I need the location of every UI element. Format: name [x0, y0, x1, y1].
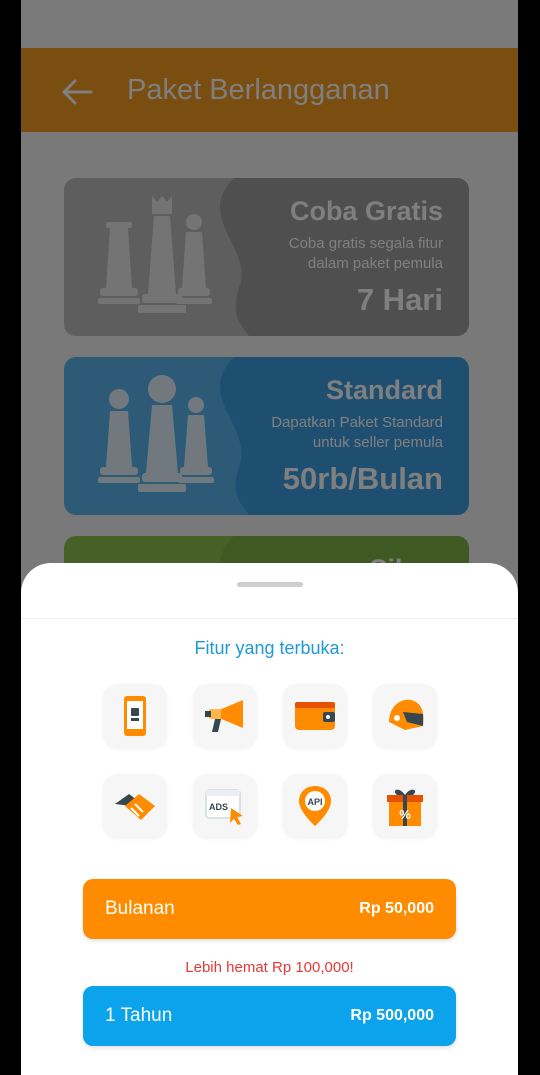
feature-gift-discount: %: [373, 774, 437, 838]
ads-icon: ADS: [205, 789, 243, 825]
screen: Paket Berlangganan Coba Gratis Coba grat…: [21, 0, 518, 1075]
feature-wallet: [283, 684, 347, 748]
discount-icon-label: %: [399, 807, 411, 822]
option-label: Bulanan: [105, 898, 175, 919]
handshake-icon: [115, 794, 155, 820]
bottom-sheet: Fitur yang terbuka: ADS API % Bulanan Rp…: [21, 563, 518, 1075]
sheet-divider: [21, 618, 518, 619]
monthly-option-button[interactable]: Bulanan Rp 50,000: [83, 879, 456, 939]
features-title: Fitur yang terbuka:: [194, 638, 345, 658]
api-location-icon: API: [299, 786, 331, 826]
yearly-option-button[interactable]: 1 Tahun Rp 500,000: [83, 986, 456, 1046]
sheet-drag-handle[interactable]: [237, 582, 303, 587]
smartphone-icon: [124, 696, 146, 736]
feature-helmet: [373, 684, 437, 748]
feature-ads: ADS: [193, 774, 257, 838]
option-label: 1 Tahun: [105, 1005, 173, 1026]
megaphone-icon: [205, 700, 243, 732]
gift-discount-icon: %: [387, 789, 423, 826]
feature-api-location: API: [283, 774, 347, 838]
ads-icon-label: ADS: [209, 802, 228, 812]
wallet-icon: [295, 702, 335, 730]
feature-handshake: [103, 774, 167, 838]
option-price: Rp 50,000: [359, 900, 434, 917]
api-icon-label: API: [307, 797, 322, 807]
feature-megaphone: [193, 684, 257, 748]
option-price: Rp 500,000: [350, 1007, 434, 1024]
helmet-icon: [389, 699, 424, 730]
feature-smartphone: [103, 684, 167, 748]
savings-text: Lebih hemat Rp 100,000!: [185, 959, 354, 976]
